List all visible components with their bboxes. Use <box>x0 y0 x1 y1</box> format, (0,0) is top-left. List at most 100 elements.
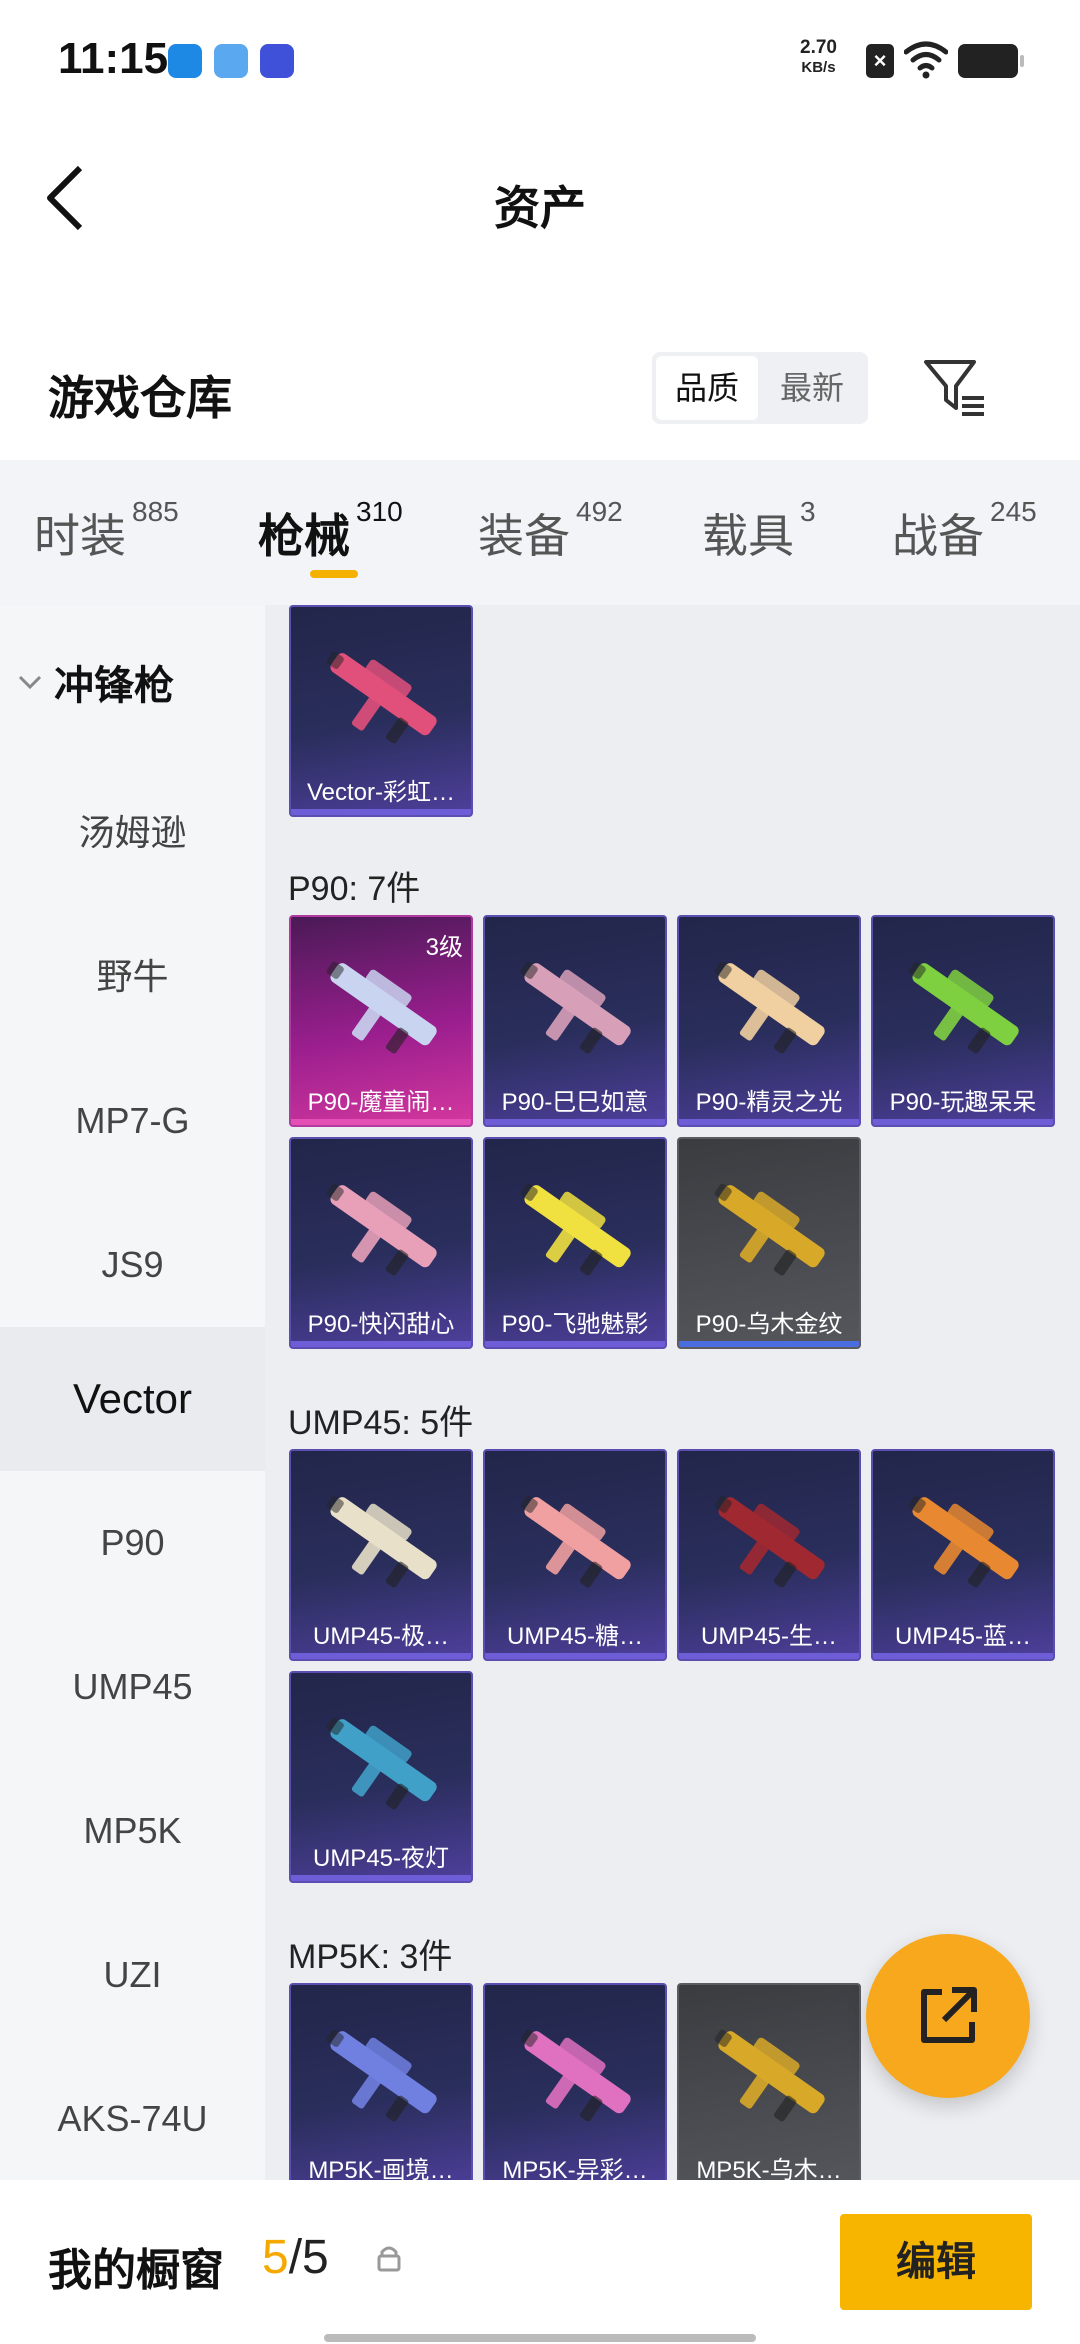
edit-button[interactable]: 编辑 <box>840 2214 1032 2310</box>
sidebar-group-label: 冲锋枪 <box>54 664 174 708</box>
weapon-skin-card[interactable]: Vector-彩虹… <box>289 605 473 817</box>
rarity-bar <box>679 1653 859 1659</box>
sort-toggle: 品质 最新 <box>652 352 868 424</box>
showcase-count-total: 5 <box>302 2231 329 2284</box>
weapon-skin-card[interactable]: MP5K-异彩… <box>483 1983 667 2180</box>
card-name: P90-魔童闹… <box>307 1089 455 1116</box>
tab-count: 492 <box>576 496 623 527</box>
weapon-skin-icon <box>326 651 437 744</box>
status-bar: 11:15 2.70 KB/s × <box>0 0 1080 120</box>
weapon-skin-card[interactable]: UMP45-生… <box>677 1449 861 1661</box>
rarity-bar <box>485 1119 665 1125</box>
sidebar-item-thompson[interactable]: 汤姆逊 <box>0 761 265 905</box>
rarity-bar <box>485 1341 665 1347</box>
filter-icon[interactable] <box>922 356 986 420</box>
rarity-bar <box>291 809 471 815</box>
sidebar-item-bizon[interactable]: 野牛 <box>0 905 265 1049</box>
sort-newest-button[interactable]: 最新 <box>760 356 864 420</box>
card-name: Vector-彩虹… <box>306 779 456 806</box>
tab-vehicles[interactable]: 载具 3 <box>702 496 816 566</box>
sort-quality-button[interactable]: 品质 <box>656 356 758 420</box>
showcase-bar: 我的橱窗 5/5 编辑 <box>0 2180 1080 2344</box>
rarity-bar <box>679 1119 859 1125</box>
card-name: UMP45-生… <box>700 1623 838 1650</box>
weapon-skin-icon <box>326 1183 437 1276</box>
weapon-skin-icon <box>714 2029 825 2122</box>
showcase-label: 我的橱窗 <box>48 2246 224 2295</box>
weapon-skin-card[interactable]: P90-快闪甜心 <box>289 1137 473 1349</box>
card-name: UMP45-极… <box>312 1623 450 1650</box>
tab-count: 310 <box>356 496 403 527</box>
rarity-bar <box>679 1341 859 1347</box>
weapon-skin-card[interactable]: UMP45-夜灯 <box>289 1671 473 1883</box>
no-sim-icon: × <box>866 44 894 78</box>
weapon-skin-card[interactable]: MP5K-画境… <box>289 1983 473 2180</box>
weapon-skin-card[interactable]: 3级 P90-魔童闹… <box>289 915 473 1127</box>
weapon-skin-icon <box>520 1183 631 1276</box>
category-tabs: 时装 885 枪械 310 装备 492 载具 3 战备 245 <box>0 460 1080 605</box>
card-name: MP5K-异彩… <box>502 2157 648 2180</box>
sidebar-item-vector[interactable]: Vector <box>0 1327 265 1471</box>
app-notification-icon <box>168 44 202 78</box>
card-name: P90-飞驰魅影 <box>501 1311 649 1338</box>
sidebar-group-smg[interactable]: 冲锋枪 <box>18 653 174 711</box>
card-level-badge: 3级 <box>425 934 463 961</box>
tab-count: 3 <box>800 496 816 527</box>
weapon-skin-card[interactable]: P90-巳巳如意 <box>483 915 667 1127</box>
tab-count: 885 <box>132 496 179 527</box>
card-name: UMP45-蓝… <box>894 1623 1032 1650</box>
weapon-skin-card[interactable]: P90-精灵之光 <box>677 915 861 1127</box>
status-time: 11:15 <box>58 34 169 83</box>
network-speed-unit: KB/s <box>801 59 836 76</box>
weapon-skin-card[interactable]: MP5K-乌木… <box>677 1983 861 2180</box>
page-title: 资产 <box>494 182 586 234</box>
sidebar-item-js9[interactable]: JS9 <box>0 1193 265 1337</box>
weapon-skin-card[interactable]: UMP45-糖… <box>483 1449 667 1661</box>
weapon-skin-card[interactable]: UMP45-极… <box>289 1449 473 1661</box>
section-title: 游戏仓库 <box>48 372 232 424</box>
active-tab-indicator <box>310 570 358 578</box>
sidebar-item-ump45[interactable]: UMP45 <box>0 1615 265 1759</box>
tab-supplies[interactable]: 战备 245 <box>892 496 1037 566</box>
share-fab[interactable] <box>866 1934 1030 2098</box>
weapon-skin-icon <box>714 1495 825 1588</box>
weapon-skin-card[interactable]: P90-乌木金纹 <box>677 1137 861 1349</box>
tab-equipment[interactable]: 装备 492 <box>478 496 623 566</box>
tab-fashion[interactable]: 时装 885 <box>34 496 179 566</box>
sidebar-item-p90[interactable]: P90 <box>0 1471 265 1615</box>
external-link-icon <box>921 1987 977 2043</box>
weapon-skin-icon <box>520 2029 631 2122</box>
weapon-skin-card[interactable]: P90-飞驰魅影 <box>483 1137 667 1349</box>
weapon-skin-card[interactable]: P90-玩趣呆呆 <box>871 915 1055 1127</box>
card-name: MP5K-乌木… <box>696 2157 842 2180</box>
card-name: P90-快闪甜心 <box>307 1311 455 1338</box>
rarity-bar <box>291 1653 471 1659</box>
weapon-skin-icon <box>326 1717 437 1810</box>
category-label: MP5K: 3件 <box>288 1938 453 1976</box>
network-speed: 2.70 KB/s <box>800 38 837 78</box>
sidebar-item-uzi[interactable]: UZI <box>0 1903 265 2047</box>
rarity-bar <box>291 1875 471 1881</box>
sidebar-item-mp5k[interactable]: MP5K <box>0 1759 265 1903</box>
weapon-skin-icon <box>908 961 1019 1054</box>
tab-label: 枪械 <box>258 510 350 562</box>
tab-weapons[interactable]: 枪械 310 <box>258 496 403 566</box>
rarity-bar <box>873 1119 1053 1125</box>
showcase-count: 5/5 <box>262 2230 329 2285</box>
network-speed-value: 2.70 <box>800 37 837 58</box>
lock-icon <box>377 2246 401 2272</box>
card-name: UMP45-夜灯 <box>312 1845 450 1872</box>
rarity-bar <box>291 1119 471 1125</box>
wifi-icon <box>904 41 948 79</box>
sidebar-item-mp7g[interactable]: MP7-G <box>0 1049 265 1193</box>
weapon-sidebar: 冲锋枪 汤姆逊 野牛 MP7-G JS9 Vector P90 UMP45 MP… <box>0 605 265 2180</box>
card-name: MP5K-画境… <box>308 2157 454 2180</box>
showcase-count-separator: / <box>288 2231 303 2284</box>
sidebar-item-aks74u[interactable]: AKS-74U <box>0 2047 265 2180</box>
card-name: UMP45-糖… <box>506 1623 644 1650</box>
tab-label: 时装 <box>34 510 126 562</box>
card-name: P90-乌木金纹 <box>695 1311 843 1338</box>
rarity-bar <box>291 1341 471 1347</box>
category-label: P90: 7件 <box>288 870 421 908</box>
weapon-skin-card[interactable]: UMP45-蓝… <box>871 1449 1055 1661</box>
